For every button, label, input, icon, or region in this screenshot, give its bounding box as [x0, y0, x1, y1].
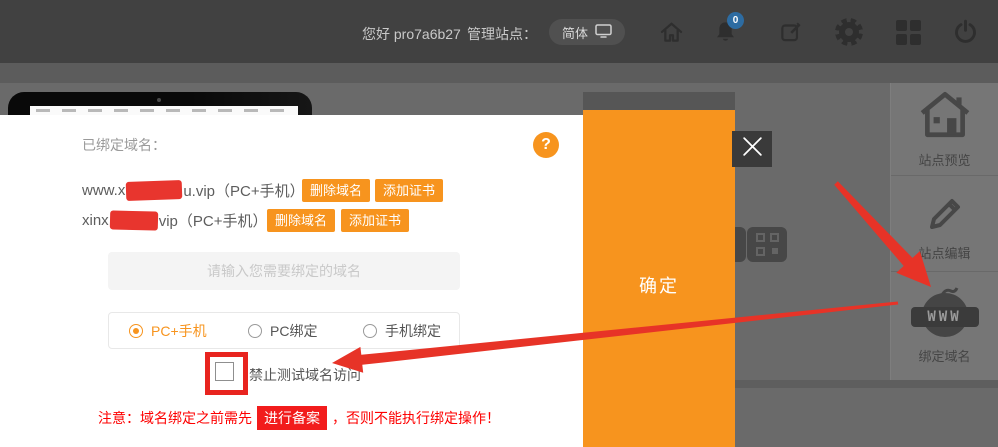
settings-gear-icon[interactable]: [835, 18, 863, 46]
redaction-scribble: [109, 210, 157, 230]
radio-label: PC绑定: [270, 321, 317, 341]
redaction-scribble: [126, 180, 183, 201]
domain-text-prefix: www.x: [82, 182, 125, 199]
sidebar-item-site-edit[interactable]: 站点编辑: [891, 176, 998, 272]
icp-filing-link[interactable]: 进行备案: [257, 406, 327, 430]
radio-label: PC+手机: [151, 321, 207, 341]
notification-badge: 0: [727, 12, 744, 29]
tablet-camera-dot: [157, 98, 161, 102]
sidebar-item-site-preview[interactable]: 站点预览: [891, 83, 998, 176]
add-certificate-button[interactable]: 添加证书: [375, 179, 443, 202]
www-globe-text: WWW: [911, 307, 979, 327]
dimmed-bezel-sliver: [583, 92, 735, 110]
domain-input[interactable]: [108, 252, 460, 290]
radio-label: 手机绑定: [385, 321, 441, 341]
domain-text-suffix: vip（PC+手机）: [159, 210, 268, 231]
radio-mobile-bind[interactable]: 手机绑定: [363, 313, 441, 348]
delete-domain-button[interactable]: 删除域名: [302, 179, 370, 202]
edit-icon[interactable]: [777, 18, 805, 46]
home-icon[interactable]: [657, 18, 685, 46]
dimmed-toolbar-band: [0, 63, 998, 83]
monitor-icon: [595, 24, 612, 41]
bound-domain-row: www.x u.vip（PC+手机）: [82, 179, 305, 202]
bound-domain-row: xinx vip（PC+手机）: [82, 209, 267, 232]
radio-pc-and-mobile[interactable]: PC+手机: [129, 313, 207, 348]
qr-code-icon: [747, 227, 787, 262]
domain-text-prefix: xinx: [82, 212, 109, 229]
radio-pc-bind[interactable]: PC绑定: [248, 313, 317, 348]
add-certificate-button[interactable]: 添加证书: [341, 209, 409, 232]
bind-domain-dialog: 已绑定域名： www.x u.vip（PC+手机） 删除域名 添加证书 xinx…: [0, 115, 583, 447]
help-icon[interactable]: ?: [533, 132, 559, 158]
close-dialog-button[interactable]: [732, 131, 772, 167]
radio-dot: [129, 324, 143, 338]
manage-site-label: 管理站点：: [467, 24, 537, 44]
user-greeting: 您好 pro7a6b27: [362, 24, 461, 44]
notice-text: 注意：域名绑定之前需先 进行备案 ，否则不能执行绑定操作！: [98, 406, 500, 430]
forbid-test-domain-checkbox[interactable]: [215, 362, 234, 381]
forbid-test-domain-label: 禁止测试域名访问: [249, 365, 361, 385]
top-header: 您好 pro7a6b27 管理站点： 简体 0: [0, 0, 998, 63]
sidebar-label-site-edit: 站点编辑: [918, 243, 970, 262]
notice-suffix: ，否则不能执行绑定操作！: [332, 408, 500, 428]
confirm-button-label: 确定: [583, 272, 735, 298]
apps-grid-icon[interactable]: [894, 18, 922, 46]
radio-dot: [248, 324, 262, 338]
language-switch-button[interactable]: 简体: [549, 19, 625, 45]
language-label: 简体: [562, 23, 588, 42]
close-icon: [741, 135, 764, 163]
radio-dot: [363, 324, 377, 338]
sidebar-label-bind-domain: 绑定域名: [918, 346, 970, 365]
right-sidebar: 站点预览 站点编辑 WWW 绑定域名: [890, 83, 998, 383]
delete-domain-button[interactable]: 删除域名: [267, 209, 335, 232]
site-edit-pencil-icon: [922, 185, 968, 236]
sidebar-label-site-preview: 站点预览: [918, 150, 970, 169]
www-globe-icon: WWW: [910, 291, 980, 339]
bound-domains-label: 已绑定域名：: [82, 135, 166, 155]
power-logout-icon[interactable]: [951, 18, 979, 46]
section-shadow-band: [735, 380, 998, 388]
notice-prefix: 注意：域名绑定之前需先: [98, 408, 252, 428]
sidebar-item-bind-domain[interactable]: WWW 绑定域名: [891, 272, 998, 383]
confirm-button[interactable]: 确定: [583, 110, 735, 447]
bind-mode-group: PC+手机 PC绑定 手机绑定: [108, 312, 460, 349]
site-preview-home-icon: [917, 90, 973, 143]
domain-text-suffix: u.vip（PC+手机）: [183, 180, 304, 201]
